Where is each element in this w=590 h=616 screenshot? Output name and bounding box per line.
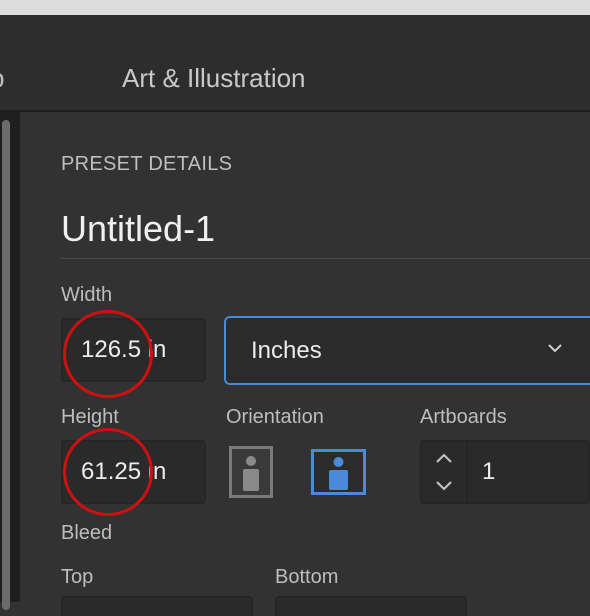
landscape-person-icon — [329, 457, 348, 490]
chevron-down-icon — [548, 344, 562, 353]
tab-art-illustration[interactable]: Art & Illustration — [122, 63, 306, 94]
vertical-scrollbar[interactable] — [2, 120, 10, 610]
portrait-person-icon — [243, 456, 259, 491]
bleed-bottom-input[interactable] — [275, 596, 467, 616]
tab-partial[interactable]: p — [0, 63, 4, 94]
chevron-down-icon[interactable] — [434, 480, 454, 492]
document-name-field[interactable]: Untitled-1 — [61, 208, 215, 250]
annotation-circle-height — [63, 428, 153, 516]
bleed-label: Bleed — [61, 522, 113, 544]
artboards-stepper[interactable]: 1 — [420, 440, 590, 504]
portrait-orientation-button[interactable] — [229, 446, 273, 498]
chevron-up-icon[interactable] — [434, 452, 454, 464]
landscape-orientation-button[interactable] — [311, 449, 366, 495]
document-name-underline — [61, 258, 590, 259]
preset-category-tabs: p Art & Illustration — [0, 15, 590, 112]
window-titlebar — [0, 0, 590, 15]
bleed-top-label: Top — [61, 566, 94, 588]
orientation-label: Orientation — [226, 406, 324, 428]
artboards-stepper-buttons — [422, 442, 468, 502]
units-selected: Inches — [251, 336, 322, 364]
bleed-top-input[interactable] — [61, 596, 253, 616]
annotation-circle-width — [63, 310, 153, 398]
width-label: Width — [61, 284, 113, 306]
height-label: Height — [61, 406, 119, 428]
artboards-value: 1 — [482, 458, 496, 485]
units-dropdown[interactable]: Inches — [224, 316, 590, 385]
bleed-bottom-label: Bottom — [275, 566, 339, 588]
artboards-label: Artboards — [420, 406, 507, 428]
section-title: PRESET DETAILS — [61, 153, 233, 175]
